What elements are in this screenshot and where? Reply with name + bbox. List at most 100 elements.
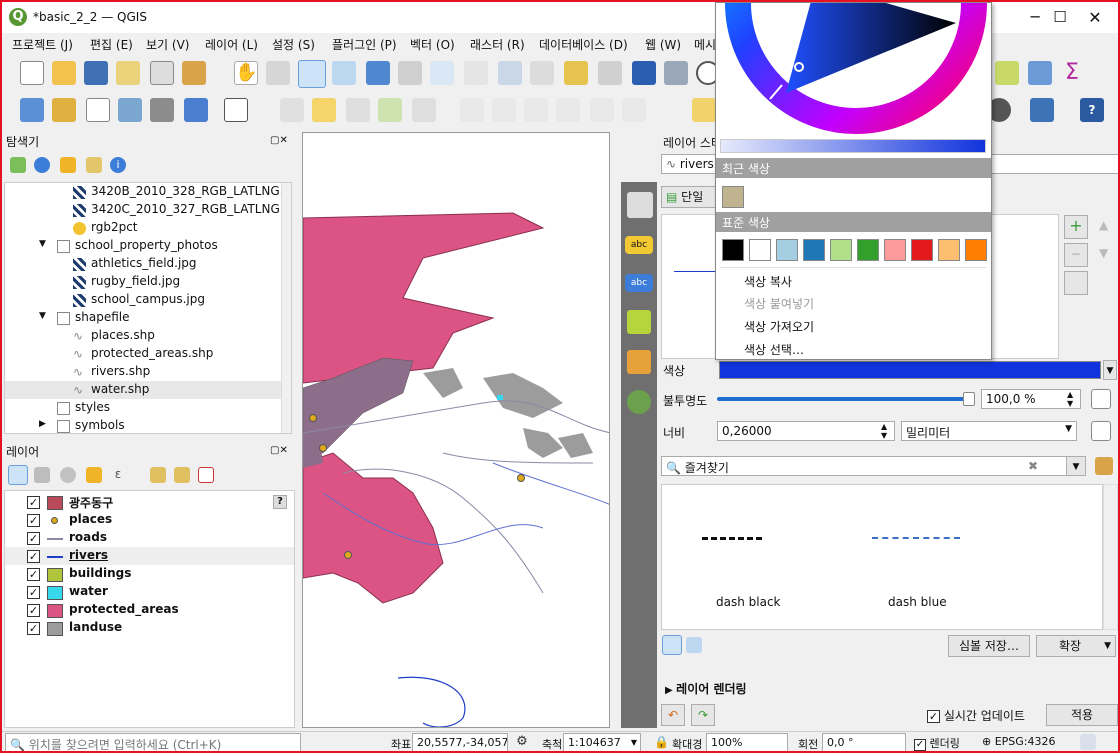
layer-row[interactable]: ✓ places bbox=[5, 511, 294, 529]
pick-color-item[interactable]: 색상 가져오기 bbox=[744, 318, 814, 335]
layer-row[interactable]: ✓ roads bbox=[5, 529, 294, 547]
opacity-slider[interactable] bbox=[717, 397, 972, 401]
layer-checkbox[interactable]: ✓ bbox=[27, 496, 40, 509]
tree-item[interactable]: ▼ shapefile bbox=[5, 309, 283, 327]
zoom-layer-icon[interactable] bbox=[430, 61, 454, 85]
color-wheel[interactable] bbox=[716, 3, 991, 153]
tree-item[interactable]: styles bbox=[5, 399, 283, 417]
layout-manager-icon[interactable] bbox=[182, 61, 206, 85]
layer-checkbox[interactable]: ✓ bbox=[27, 532, 40, 545]
add-feature-icon[interactable] bbox=[378, 98, 402, 122]
properties-icon[interactable]: i bbox=[110, 157, 126, 173]
tree-item[interactable]: ∿ water.shp bbox=[5, 381, 283, 399]
messages-icon[interactable] bbox=[1080, 734, 1096, 750]
standard-color-swatch[interactable] bbox=[857, 239, 879, 261]
panel-close-icon[interactable]: ▢✕ bbox=[270, 445, 292, 457]
render-checkbox[interactable]: ✓ 렌더링 bbox=[914, 735, 960, 751]
standard-color-swatch[interactable] bbox=[938, 239, 960, 261]
data-defined-override-icon[interactable] bbox=[1091, 421, 1111, 441]
spin-arrows-icon[interactable]: ▲ ▼ bbox=[881, 422, 887, 440]
dash-black-preview[interactable] bbox=[702, 537, 762, 540]
virtual-layer-icon[interactable] bbox=[224, 98, 248, 122]
spatial-bookmark-icon[interactable] bbox=[632, 61, 656, 85]
layer-row[interactable]: ✓ water bbox=[5, 583, 294, 601]
style-panel-icon[interactable] bbox=[8, 465, 28, 485]
save-project-icon[interactable] bbox=[84, 61, 108, 85]
opacity-slider-handle[interactable] bbox=[963, 392, 975, 406]
redo-icon[interactable] bbox=[622, 98, 646, 122]
new-project-icon[interactable] bbox=[20, 61, 44, 85]
save-as-icon[interactable] bbox=[116, 61, 140, 85]
standard-color-swatch[interactable] bbox=[803, 239, 825, 261]
layer-checkbox[interactable]: ✓ bbox=[27, 514, 40, 527]
zoom-in-icon[interactable] bbox=[298, 60, 326, 88]
zoom-next-icon[interactable] bbox=[530, 61, 554, 85]
magnifier-field[interactable]: 100% bbox=[706, 733, 788, 751]
remove-symbol-layer-button[interactable]: − bbox=[1064, 243, 1088, 267]
tree-item[interactable]: ∿ protected_areas.shp bbox=[5, 345, 283, 363]
vertex-tool-icon[interactable] bbox=[412, 98, 436, 122]
paste-features-icon[interactable] bbox=[556, 98, 580, 122]
layer-checkbox[interactable]: ✓ bbox=[27, 568, 40, 581]
menu-plugins[interactable]: 플러그인 (P) bbox=[332, 36, 397, 53]
layer-row-selected[interactable]: ✓ rivers bbox=[5, 547, 294, 565]
menu-edit[interactable]: 편집 (E) bbox=[90, 36, 133, 53]
zoom-selection-icon[interactable] bbox=[398, 61, 422, 85]
spin-arrows-icon[interactable]: ▲ ▼ bbox=[1067, 390, 1073, 408]
menu-vector[interactable]: 벡터 (O) bbox=[410, 36, 455, 53]
paste-color-item[interactable]: 색상 붙여넣기 bbox=[744, 295, 814, 312]
renderer-select[interactable]: ▤ 단일 bbox=[661, 186, 717, 208]
help-icon[interactable]: ? bbox=[1080, 98, 1104, 122]
map-canvas[interactable] bbox=[302, 132, 610, 728]
copy-features-icon[interactable] bbox=[524, 98, 548, 122]
label-tool-icon[interactable] bbox=[692, 98, 716, 122]
pan-icon[interactable]: ✋ bbox=[234, 61, 258, 85]
cut-features-icon[interactable] bbox=[492, 98, 516, 122]
layer-rendering-section[interactable]: ▶ 레이어 렌더링 bbox=[665, 680, 747, 697]
menu-view[interactable]: 보기 (V) bbox=[146, 36, 189, 53]
filter-legend-icon[interactable] bbox=[86, 467, 102, 483]
tree-item[interactable]: ▶ symbols bbox=[5, 417, 283, 433]
symbology-tab-icon[interactable] bbox=[627, 192, 653, 218]
advanced-button[interactable]: 확장 ▼ bbox=[1036, 635, 1116, 657]
locator-search-input[interactable]: 🔍 위치를 찾으려면 입력하세요 (Ctrl+K) bbox=[5, 733, 301, 751]
zoom-full-icon[interactable] bbox=[366, 61, 390, 85]
field-calculator-icon[interactable] bbox=[995, 61, 1019, 85]
tree-item[interactable]: rugby_field.jpg bbox=[5, 273, 283, 291]
layer-row[interactable]: ✓ landuse bbox=[5, 619, 294, 637]
show-bookmarks-icon[interactable] bbox=[598, 61, 622, 85]
tree-item[interactable]: school_campus.jpg bbox=[5, 291, 283, 309]
move-up-icon[interactable]: ▲ bbox=[1099, 218, 1108, 232]
data-source-manager-icon[interactable] bbox=[20, 98, 44, 122]
gallery-scrollbar[interactable] bbox=[1103, 484, 1118, 630]
add-delimited-text-icon[interactable] bbox=[184, 98, 208, 122]
tree-item[interactable]: ▼ school_property_photos bbox=[5, 237, 283, 255]
crs-button[interactable]: ⊕ EPSG:4326 bbox=[982, 735, 1056, 748]
panel-close-icon[interactable]: ▢✕ bbox=[270, 135, 292, 147]
add-symbol-layer-button[interactable]: + bbox=[1064, 215, 1088, 239]
tree-item[interactable]: rgb2pct bbox=[5, 219, 283, 237]
statistics-icon[interactable]: Σ bbox=[1060, 61, 1084, 85]
standard-color-swatch[interactable] bbox=[722, 239, 744, 261]
style-manager-icon[interactable] bbox=[1095, 457, 1113, 475]
tree-item[interactable]: athletics_field.jpg bbox=[5, 255, 283, 273]
new-bookmark-icon[interactable] bbox=[564, 61, 588, 85]
add-group-icon[interactable] bbox=[34, 467, 50, 483]
search-dropdown-arrow[interactable]: ▼ bbox=[1066, 456, 1086, 476]
expression-filter-icon[interactable]: ε bbox=[110, 467, 126, 483]
expand-arrow-icon[interactable]: ▼ bbox=[39, 311, 46, 321]
refresh-browser-icon[interactable] bbox=[34, 157, 50, 173]
move-down-icon[interactable]: ▼ bbox=[1099, 246, 1108, 260]
standard-color-swatch[interactable] bbox=[830, 239, 852, 261]
expand-arrow-icon[interactable]: ▼ bbox=[39, 239, 46, 249]
refresh-icon[interactable] bbox=[664, 61, 688, 85]
history-tab-icon[interactable] bbox=[627, 390, 651, 414]
add-vector-icon[interactable] bbox=[86, 98, 110, 122]
choose-color-item[interactable]: 색상 선택… bbox=[744, 341, 804, 358]
coordinate-field[interactable]: 20,5577,-34,0570 bbox=[412, 733, 508, 751]
tree-item[interactable]: ∿ places.shp bbox=[5, 327, 283, 345]
collapse-all-icon[interactable] bbox=[86, 157, 102, 173]
menu-layer[interactable]: 레이어 (L) bbox=[205, 36, 258, 53]
add-mesh-icon[interactable] bbox=[150, 98, 174, 122]
layer-checkbox[interactable]: ✓ bbox=[27, 622, 40, 635]
